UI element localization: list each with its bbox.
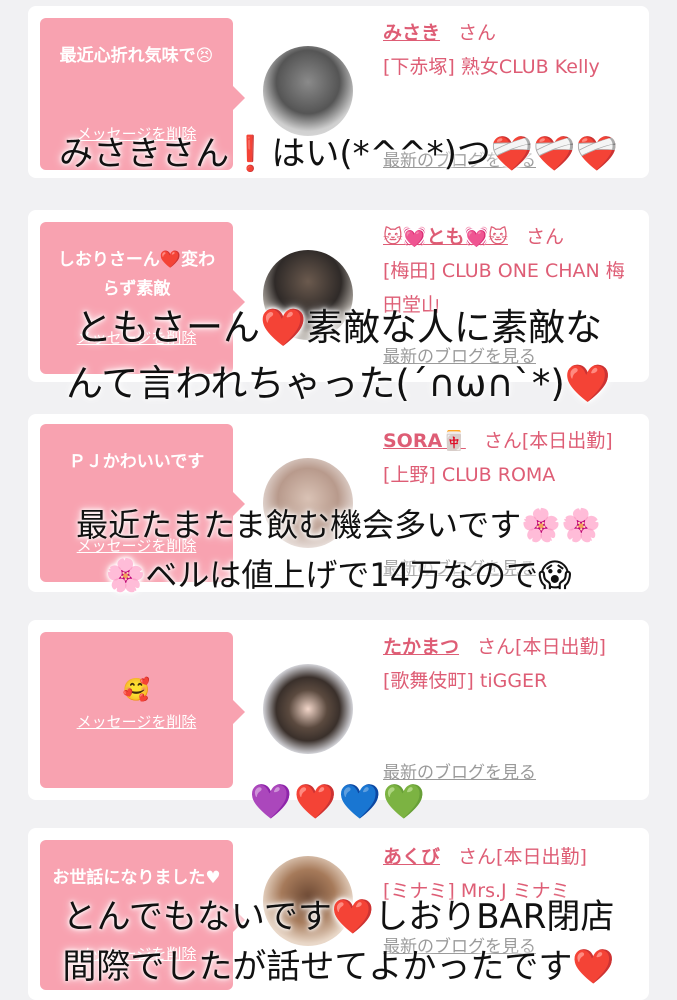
cast-name-link[interactable]: たかまつ — [383, 636, 459, 658]
message-bubble: 🥰 メッセージを削除 — [40, 632, 245, 788]
honorific: さん — [525, 226, 564, 248]
reply-text-line: 🌸ベルは値上げで14万なので😱 — [105, 556, 572, 594]
reply-caption: とんでもないです❤️しおりBAR閉店 間際でしたが話せてよかったです❤️ — [0, 892, 677, 992]
reply-caption: 最近たまたま飲む機会多いです🌸🌸 🌸ベルは値上げで14万なので😱 — [0, 500, 677, 600]
cast-name-link[interactable]: みさき — [383, 22, 440, 44]
reply-text-line: んて言われちゃった(´∩ω∩`*)❤️ — [66, 362, 611, 405]
shop-name: [下赤塚] 熟女CLUB Kelly — [383, 56, 600, 78]
reply-caption: みさきさん❗️はい(*^^*)つ❤️‍🩹❤️‍🩹❤️‍🩹 — [0, 126, 677, 175]
reply-text-line: とんでもないです❤️しおりBAR閉店 — [62, 897, 615, 937]
honorific: さん — [483, 430, 522, 452]
reply-text: みさきさん❗️はい(*^^*)つ❤️‍🩹❤️‍🩹❤️‍🩹 — [59, 134, 618, 174]
cast-info: たかまつ さん[本日出勤] [歌舞伎町] tiGGER — [383, 630, 633, 698]
honorific: さん — [458, 22, 497, 44]
cast-name-link[interactable]: SORA🀄 — [383, 430, 466, 452]
shop-name: [歌舞伎町] tiGGER — [383, 670, 548, 692]
message-text: 最近心折れ気味で😣 — [59, 46, 214, 66]
message-text: お世話になりました♥ — [52, 868, 221, 888]
avatar[interactable] — [263, 46, 353, 136]
reply-caption: ともさーん❤️素敵な人に素敵な んて言われちゃった(´∩ω∩`*)❤️ — [0, 300, 677, 412]
cast-name-link[interactable]: 🐱💓とも💓🐱 — [383, 226, 508, 248]
reply-text-line: 最近たまたま飲む機会多いです🌸🌸 — [76, 506, 601, 544]
message-text: しおりさーん❤️変わらず素敵 — [57, 250, 216, 299]
reply-text-line: ともさーん❤️素敵な人に素敵な — [74, 306, 603, 349]
cast-name-link[interactable]: あくび — [383, 846, 440, 868]
delete-message-link[interactable]: メッセージを削除 — [40, 711, 233, 732]
honorific: さん — [477, 636, 516, 658]
heart-emojis: 💜❤️💙💚 — [249, 782, 428, 822]
status-label: [本日出勤] — [515, 636, 606, 658]
honorific: さん — [458, 846, 497, 868]
message-text: 🥰 — [122, 678, 151, 703]
message-text: ＰＪかわいいです — [68, 452, 205, 472]
cast-info: みさき さん [下赤塚] 熟女CLUB Kelly — [383, 16, 633, 84]
reply-text-line: 間際でしたが話せてよかったです❤️ — [62, 947, 615, 987]
shop-name: [上野] CLUB ROMA — [383, 464, 556, 486]
status-label: [本日出勤] — [521, 430, 613, 452]
cast-info: SORA🀄 さん[本日出勤] [上野] CLUB ROMA — [383, 424, 633, 492]
status-label: [本日出勤] — [496, 846, 587, 868]
latest-blog-link[interactable]: 最新のブログを見る — [383, 758, 536, 783]
avatar[interactable] — [263, 664, 353, 754]
message-card: 🥰 メッセージを削除 たかまつ さん[本日出勤] [歌舞伎町] tiGGER 最新… — [28, 620, 649, 800]
